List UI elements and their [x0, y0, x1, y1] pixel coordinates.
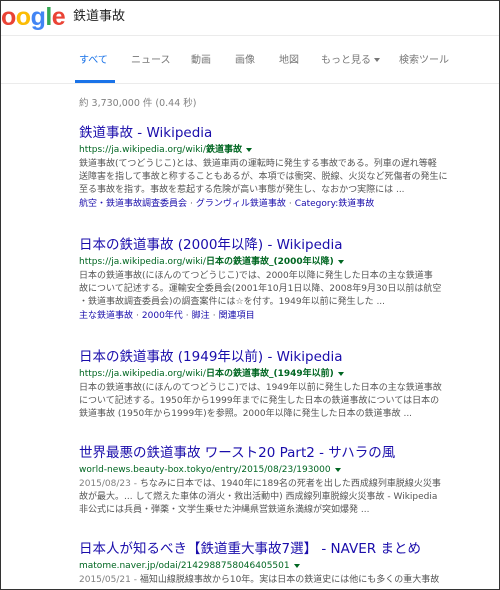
- google-logo[interactable]: oogle: [1, 3, 66, 31]
- result-snippet: 日本の鉄道事故(にほんのてつどうじこ)では、2000年以降に発生した日本の主な鉄…: [79, 270, 489, 309]
- sitelink[interactable]: グランヴィル鉄道事故: [196, 199, 286, 209]
- result-title-link[interactable]: 日本の鉄道事故 (1949年以前) - Wikipedia: [79, 349, 489, 366]
- result-snippet: 日本の鉄道事故(にほんのてつどうじこ)では、1949年以前に発生した日本の主な鉄…: [79, 382, 489, 421]
- snippet-line: 2015/08/23 - ちなみに日本では、1940年に189名の死者を出した西…: [79, 478, 489, 491]
- result-title-link[interactable]: 日本の鉄道事故 (2000年以降) - Wikipedia: [79, 237, 489, 254]
- sitelink[interactable]: 脚注: [192, 311, 210, 321]
- snippet-line: 2015/05/21 - 福知山線脱線事故から10年。実は日本の鉄道史には他にも…: [79, 574, 489, 587]
- sitelink[interactable]: Category:鉄道事故: [295, 199, 375, 209]
- result-snippet: 鉄道事故(てつどうじこ)とは、鉄道車両の運転時に発生する事故である。列車の遅れ等…: [79, 158, 489, 197]
- logo-letter: g: [30, 3, 46, 31]
- result-url: https://ja.wikipedia.org/wiki/日本の鉄道事故_(2…: [79, 256, 489, 269]
- separator: ·: [288, 199, 292, 209]
- tab-more[interactable]: もっと見る: [321, 51, 380, 66]
- snippet-line: 鉄道事故(てつどうじこ)とは、鉄道車両の運転時に発生する事故である。列車の遅れ等…: [79, 159, 437, 169]
- url-bold: 鉄道事故: [205, 145, 242, 155]
- snippet-text: 福知山線脱線事故から10年。実は日本の鉄道史には他にも多くの重大事故: [139, 575, 440, 585]
- snippet-line: 故が最大。... して燃えた車体の消火・救出活動中) 西成線列車脱線火災事故 -…: [79, 492, 438, 502]
- url-text: https://ja.wikipedia.org/wiki/: [79, 369, 206, 379]
- sitelinks: 航空・鉄道事故調査委員会 · グランヴィル鉄道事故 · Category:鉄道事故: [79, 198, 489, 211]
- tab-all[interactable]: すべて: [79, 51, 108, 66]
- separator: ·: [185, 311, 189, 321]
- snippet-line: 鉄道事故 (1950年から1999年)を参照。2000年以降に発生した日本の鉄道…: [79, 409, 413, 419]
- snippet-line: について記述する。1950年から1999年までに発生した日本の鉄道事故については…: [79, 396, 440, 406]
- search-header: oogle 鉄道事故: [1, 1, 499, 36]
- result-title-link[interactable]: 日本人が知るべき【鉄道重大事故7選】 - NAVER まとめ: [79, 541, 489, 558]
- snippet-line: 送障害を指して事故と称することもあるが、本項では衝突、脱線、火災など死傷者の発生…: [79, 172, 448, 182]
- tab-videos[interactable]: 動画: [191, 51, 211, 66]
- snippet-line: 日本の鉄道事故(にほんのてつどうじこ)では、1949年以前に発生した日本の主な鉄…: [79, 383, 442, 393]
- logo-letter: e: [51, 3, 66, 31]
- sitelink[interactable]: 2000年代: [142, 311, 183, 321]
- separator: ·: [136, 311, 139, 321]
- snippet-line: 非公式には兵員・弾薬・文学生乗せた沖縄県営鉄道糸満線が突如爆発 ...: [79, 505, 370, 515]
- snippet-line: 故について記述する。運輸安全委員会(2001年10月1日以降、2008年9月30…: [79, 284, 442, 294]
- result-snippet: 2015/08/23 - ちなみに日本では、1940年に189名の死者を出した西…: [79, 478, 489, 517]
- result-date: 2015/05/21 -: [79, 575, 140, 585]
- search-result: 鉄道事故 - Wikipedia https://ja.wikipedia.or…: [79, 125, 489, 211]
- tab-more-label: もっと見る: [321, 55, 371, 66]
- result-snippet: 2015/05/21 - 福知山線脱線事故から10年。実は日本の鉄道史には他にも…: [79, 574, 489, 587]
- url-dropdown-icon[interactable]: [245, 147, 252, 152]
- search-result: 世界最悪の鉄道事故 ワースト20 Part2 - サハラの風 world-new…: [79, 445, 489, 517]
- logo-letter: o: [1, 3, 16, 31]
- active-tab-indicator: [75, 80, 115, 83]
- url-dropdown-icon[interactable]: [337, 259, 344, 264]
- url-dropdown-icon[interactable]: [293, 563, 300, 568]
- tab-news[interactable]: ニュース: [131, 51, 171, 66]
- url-text: https://ja.wikipedia.org/wiki/: [79, 257, 206, 267]
- search-result: 日本の鉄道事故 (2000年以降) - Wikipedia https://ja…: [79, 237, 489, 323]
- result-title-link[interactable]: 世界最悪の鉄道事故 ワースト20 Part2 - サハラの風: [79, 445, 489, 462]
- logo-letter: o: [15, 3, 31, 31]
- result-url: https://ja.wikipedia.org/wiki/日本の鉄道事故_(1…: [79, 368, 489, 381]
- search-result: 日本人が知るべき【鉄道重大事故7選】 - NAVER まとめ matome.na…: [79, 541, 489, 587]
- separator: ·: [212, 311, 216, 321]
- tab-search-tools[interactable]: 検索ツール: [399, 51, 449, 66]
- chevron-down-icon: [374, 58, 380, 62]
- url-text: world-news.beauty-box.tokyo/entry/2015/0…: [79, 465, 331, 475]
- sitelink[interactable]: 航空・鉄道事故調査委員会: [79, 199, 187, 209]
- snippet-text: ちなみに日本では、1940年に189名の死者を出した西成線列車脱線火災事: [139, 479, 441, 489]
- sitelink[interactable]: 主な鉄道事故: [79, 311, 133, 321]
- snippet-line: 至る事故を指す。事故を惹起する危険が高い事態が発生し、なおかつ実際には ...: [79, 185, 405, 195]
- result-url: world-news.beauty-box.tokyo/entry/2015/0…: [79, 464, 489, 477]
- url-dropdown-icon[interactable]: [337, 371, 344, 376]
- separator: ·: [190, 199, 193, 209]
- result-url: https://ja.wikipedia.org/wiki/鉄道事故: [79, 144, 489, 157]
- search-result: 日本の鉄道事故 (1949年以前) - Wikipedia https://ja…: [79, 349, 489, 421]
- result-date: 2015/08/23 -: [79, 479, 140, 489]
- url-bold: 日本の鉄道事故_(1949年以前): [205, 369, 334, 379]
- tab-images[interactable]: 画像: [235, 51, 255, 66]
- result-stats: 約 3,730,000 件 (0.44 秒): [79, 98, 197, 109]
- url-text: matome.naver.jp/odai/2142988758046405501: [79, 561, 290, 571]
- url-dropdown-icon[interactable]: [334, 467, 341, 472]
- search-input[interactable]: 鉄道事故: [69, 4, 483, 30]
- snippet-line: ・鉄道事故調査委員会)の調査案件には☆を付す。1949年以前に発生した ...: [79, 297, 386, 307]
- sitelinks: 主な鉄道事故 · 2000年代 · 脚注 · 関連項目: [79, 310, 489, 323]
- search-tabs: すべて ニュース 動画 画像 地図 もっと見る 検索ツール: [1, 35, 499, 84]
- tab-maps[interactable]: 地図: [279, 51, 299, 66]
- sitelink[interactable]: 関連項目: [219, 311, 255, 321]
- browser-frame: oogle 鉄道事故 すべて ニュース 動画 画像 地図 もっと見る 検索ツール…: [0, 0, 500, 590]
- snippet-line: 日本の鉄道事故(にほんのてつどうじこ)では、2000年以降に発生した日本の主な鉄…: [79, 271, 433, 281]
- url-bold: 日本の鉄道事故_(2000年以降): [205, 257, 334, 267]
- result-title-link[interactable]: 鉄道事故 - Wikipedia: [79, 125, 489, 142]
- url-text: https://ja.wikipedia.org/wiki/: [79, 145, 206, 155]
- result-url: matome.naver.jp/odai/2142988758046405501: [79, 560, 489, 573]
